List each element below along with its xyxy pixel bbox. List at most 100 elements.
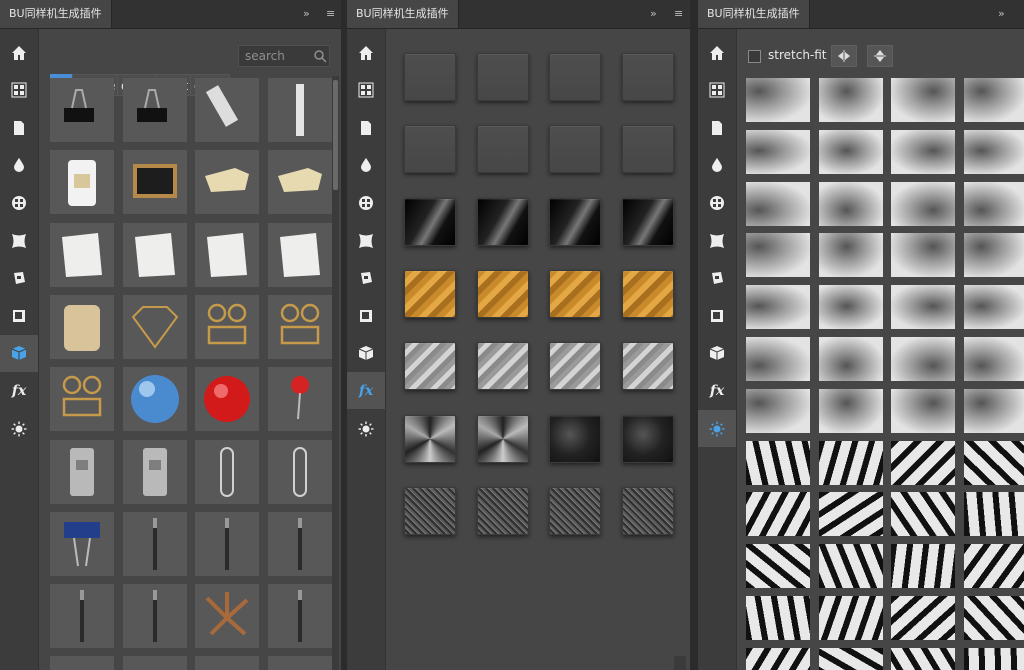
sidebar-button-drop[interactable] <box>0 147 38 184</box>
style-swatch-radial-metal[interactable] <box>476 414 529 463</box>
sidebar-button-document[interactable] <box>0 109 38 146</box>
style-swatch-black-gloss[interactable] <box>404 197 456 246</box>
scrollbar[interactable] <box>674 656 686 670</box>
collapse-icon[interactable]: » <box>303 0 310 28</box>
style-swatch-silver[interactable] <box>476 342 529 391</box>
shadow-thumb[interactable] <box>818 492 883 537</box>
sidebar-button-frame[interactable] <box>347 297 385 334</box>
panel-menu-icon[interactable]: ≡ <box>326 0 335 28</box>
shadow-thumb[interactable] <box>963 181 1024 226</box>
panel-tab[interactable]: BU同样机生成插件 <box>698 0 810 28</box>
object-thumb[interactable] <box>50 656 114 670</box>
shadow-thumb[interactable] <box>746 596 810 640</box>
style-swatch-plain[interactable] <box>476 125 529 174</box>
object-thumb-blue-ball[interactable] <box>122 367 187 432</box>
shadow-thumb[interactable] <box>891 388 955 433</box>
style-swatch-dark-foliage[interactable] <box>621 414 674 463</box>
sidebar-button-checker[interactable] <box>347 184 385 221</box>
object-thumb-chalk[interactable] <box>267 78 332 142</box>
object-thumb-paper-scrap-2[interactable] <box>267 150 332 215</box>
object-thumb-tape-roll[interactable] <box>50 294 114 359</box>
sidebar-button-drop[interactable] <box>347 147 385 184</box>
shadow-thumb[interactable] <box>891 78 955 122</box>
style-swatch-texture[interactable] <box>404 486 456 535</box>
shadow-thumb[interactable] <box>891 337 955 381</box>
style-swatch-plain[interactable] <box>621 125 674 174</box>
object-thumb[interactable] <box>267 656 332 670</box>
shadow-thumb[interactable] <box>818 181 883 226</box>
shadow-thumb[interactable] <box>963 233 1024 278</box>
sidebar-button-warp[interactable] <box>698 222 736 259</box>
sidebar-button-pattern[interactable] <box>347 72 385 109</box>
shadow-thumb[interactable] <box>963 647 1024 670</box>
shadow-thumb[interactable] <box>818 388 883 433</box>
object-thumb-gold-clip[interactable] <box>267 294 332 359</box>
shadow-thumb[interactable] <box>891 285 955 330</box>
shadow-thumb[interactable] <box>746 285 810 330</box>
object-thumb-gold-binder-clip-2[interactable] <box>50 367 114 432</box>
shadow-thumb[interactable] <box>963 129 1024 174</box>
shadow-thumb[interactable] <box>963 440 1024 485</box>
sidebar-button-cup[interactable] <box>0 260 38 297</box>
object-thumb-metal-clip[interactable] <box>50 439 114 504</box>
style-swatch-plain[interactable] <box>404 53 456 101</box>
shadow-thumb[interactable] <box>746 647 810 670</box>
flip-vertical-button[interactable] <box>867 45 893 67</box>
sidebar-button-fx[interactable]: fx <box>0 372 38 409</box>
shadow-thumb[interactable] <box>963 492 1024 537</box>
style-swatch-silver[interactable] <box>404 342 456 391</box>
shadow-thumb[interactable] <box>963 388 1024 433</box>
style-swatch-plain[interactable] <box>476 53 529 101</box>
object-thumb-binder-clip-black-2[interactable] <box>122 78 187 142</box>
shadow-thumb[interactable] <box>891 544 955 589</box>
style-swatch-gold[interactable] <box>404 269 456 318</box>
shadow-thumb[interactable] <box>746 233 810 278</box>
object-thumb-torn-paper[interactable] <box>50 222 114 287</box>
object-thumb-pencil-2[interactable] <box>267 584 332 649</box>
shadow-thumb[interactable] <box>891 129 955 174</box>
shadow-thumb[interactable] <box>818 129 883 174</box>
shadow-thumb[interactable] <box>963 337 1024 381</box>
object-thumb-torn-paper-2[interactable] <box>122 222 187 287</box>
object-thumb-jar-label[interactable] <box>50 150 114 215</box>
shadow-thumb[interactable] <box>746 440 810 485</box>
shadow-thumb[interactable] <box>818 544 883 589</box>
shadow-thumb[interactable] <box>891 492 955 537</box>
shadow-thumb[interactable] <box>891 647 955 670</box>
object-thumb[interactable] <box>195 656 259 670</box>
shadow-thumb[interactable] <box>746 129 810 174</box>
sidebar-button-pattern[interactable] <box>698 72 736 109</box>
shadow-thumb[interactable] <box>963 544 1024 589</box>
object-thumb-red-button[interactable] <box>195 367 259 432</box>
sidebar-button-fx[interactable]: fx <box>347 372 385 410</box>
object-thumb-pen-3[interactable] <box>50 584 114 649</box>
style-swatch-gold[interactable] <box>549 269 601 318</box>
flip-horizontal-button[interactable] <box>831 45 857 67</box>
sidebar-button-checker[interactable] <box>0 184 38 221</box>
shadow-thumb[interactable] <box>818 285 883 330</box>
shadow-thumb[interactable] <box>891 181 955 226</box>
shadow-thumb[interactable] <box>891 440 955 485</box>
shadow-thumb[interactable] <box>818 78 883 122</box>
object-thumb-pen-4[interactable] <box>122 584 187 649</box>
style-swatch-silver[interactable] <box>621 342 674 391</box>
sidebar-button-frame[interactable] <box>0 297 38 334</box>
sidebar-button-home[interactable] <box>698 34 736 71</box>
style-swatch-radial-metal[interactable] <box>404 414 456 463</box>
sidebar-button-warp[interactable] <box>347 222 385 259</box>
sidebar-button-home[interactable] <box>0 34 38 71</box>
sidebar-button-frame[interactable] <box>698 297 736 334</box>
collapse-icon[interactable]: » <box>998 0 1005 28</box>
shadow-thumb[interactable] <box>818 233 883 278</box>
object-thumb-gold-binder-clip[interactable] <box>195 294 259 359</box>
object-thumb-blue-binder-clip[interactable] <box>50 511 114 576</box>
shadow-thumb[interactable] <box>891 596 955 640</box>
shadow-thumb[interactable] <box>746 78 810 122</box>
sidebar-button-light[interactable] <box>347 410 385 447</box>
object-thumb-pencil[interactable] <box>195 511 259 576</box>
style-swatch-black-gloss[interactable] <box>476 197 529 246</box>
shadow-thumb[interactable] <box>818 596 883 640</box>
object-thumb-pen[interactable] <box>122 511 187 576</box>
object-thumb-paper-scrap[interactable] <box>195 150 259 215</box>
shadow-thumb[interactable] <box>963 78 1024 122</box>
